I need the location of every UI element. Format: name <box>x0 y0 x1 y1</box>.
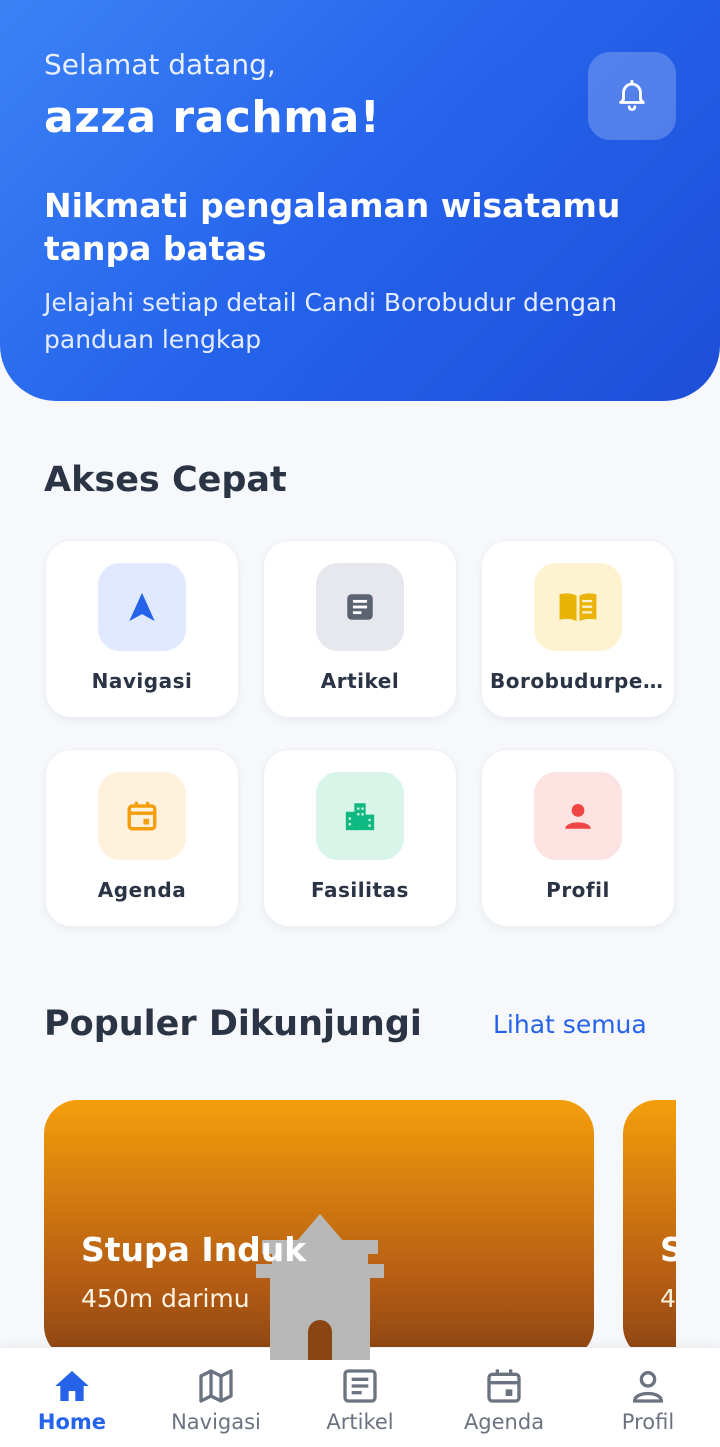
place-name: S <box>660 1230 676 1269</box>
tile-label: Navigasi <box>91 669 193 693</box>
place-distance: 450m darimu <box>81 1284 250 1313</box>
tile-label: Artikel <box>320 669 400 693</box>
welcome-header: Selamat datang, azza rachma! Nikmati pen… <box>0 0 720 401</box>
map-icon <box>199 1369 233 1403</box>
subheadline: Jelajahi setiap detail Candi Borobudur d… <box>44 288 618 354</box>
place-card-next[interactable]: S 4 <box>623 1100 676 1360</box>
tile-label: Agenda <box>97 878 187 902</box>
nav-label: Artikel <box>326 1410 394 1434</box>
home-icon <box>55 1371 89 1401</box>
quick-access-navigasi[interactable]: Navigasi <box>45 540 239 718</box>
quick-access-title: Akses Cepat <box>44 460 287 500</box>
nav-label: Profil <box>621 1410 675 1434</box>
popular-title: Populer Dikunjungi <box>44 1004 422 1044</box>
place-card-stupa-induk[interactable]: Stupa Induk 450m darimu <box>44 1100 594 1360</box>
nav-agenda[interactable]: Agenda <box>432 1348 576 1447</box>
calendar-icon <box>98 772 186 860</box>
tile-label: Profil <box>546 878 610 902</box>
greeting-text: Selamat datang, <box>44 48 276 81</box>
quick-access-artikel[interactable]: Artikel <box>263 540 457 718</box>
user-name: azza rachma! <box>44 92 381 143</box>
place-name: Stupa Induk <box>81 1230 307 1269</box>
quick-access-borobudurpedia[interactable]: Borobudurpedia <box>481 540 675 718</box>
tile-label: Fasilitas <box>311 878 409 902</box>
person-icon <box>534 772 622 860</box>
book-icon <box>534 563 622 651</box>
see-all-link[interactable]: Lihat semua <box>493 1010 647 1039</box>
navigation-arrow-icon <box>98 563 186 651</box>
article-icon <box>343 1369 377 1403</box>
nav-navigasi[interactable]: Navigasi <box>144 1348 288 1447</box>
nav-label: Agenda <box>463 1410 545 1434</box>
calendar-icon <box>487 1369 521 1403</box>
notification-button[interactable] <box>588 52 676 140</box>
nav-artikel[interactable]: Artikel <box>288 1348 432 1447</box>
quick-access-agenda[interactable]: Agenda <box>45 749 239 927</box>
bell-icon <box>615 77 649 115</box>
nav-label: Navigasi <box>171 1410 261 1434</box>
quick-access-fasilitas[interactable]: Fasilitas <box>263 749 457 927</box>
nav-home[interactable]: Home <box>0 1348 144 1447</box>
place-distance: 4 <box>660 1284 676 1313</box>
quick-access-profil[interactable]: Profil <box>481 749 675 927</box>
person-icon <box>632 1371 664 1403</box>
nav-profil[interactable]: Profil <box>576 1348 720 1447</box>
tile-label: Borobudurpedia <box>490 669 666 693</box>
building-icon <box>316 772 404 860</box>
headline: Nikmati pengalaman wisatamu tanpa batas <box>44 186 621 268</box>
bottom-navigation: Home Navigasi Artikel Agenda Profil <box>0 1347 720 1447</box>
nav-label: Home <box>37 1410 107 1434</box>
article-icon <box>316 563 404 651</box>
